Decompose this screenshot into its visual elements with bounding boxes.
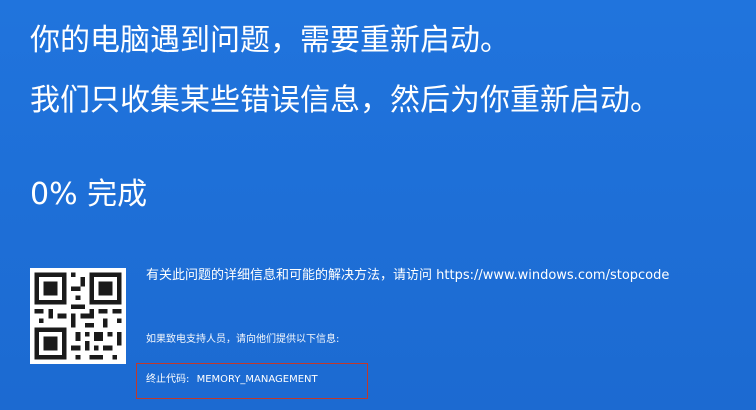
stop-code-line: 终止代码: MEMORY_MANAGEMENT <box>146 374 322 386</box>
stop-code-value: MEMORY_MANAGEMENT <box>196 374 318 385</box>
stopcode-link[interactable]: https://www.windows.com/stopcode <box>436 268 669 283</box>
stop-code-label: 终止代码: <box>146 374 190 385</box>
error-subheadline: 我们只收集某些错误信息，然后为你重新启动。 <box>30 83 660 118</box>
progress-text: 0% 完成 <box>30 177 148 212</box>
more-info-line: 有关此问题的详细信息和可能的解决方法，请访问 https://www.windo… <box>146 268 669 284</box>
support-note: 如果致电支持人员，请向他们提供以下信息: <box>146 334 340 345</box>
qr-code-icon <box>30 268 126 364</box>
bsod-screen: 你的电脑遇到问题，需要重新启动。 我们只收集某些错误信息，然后为你重新启动。 0… <box>0 0 756 410</box>
more-info-text: 有关此问题的详细信息和可能的解决方法，请访问 <box>146 268 433 283</box>
error-headline: 你的电脑遇到问题，需要重新启动。 <box>30 23 510 58</box>
